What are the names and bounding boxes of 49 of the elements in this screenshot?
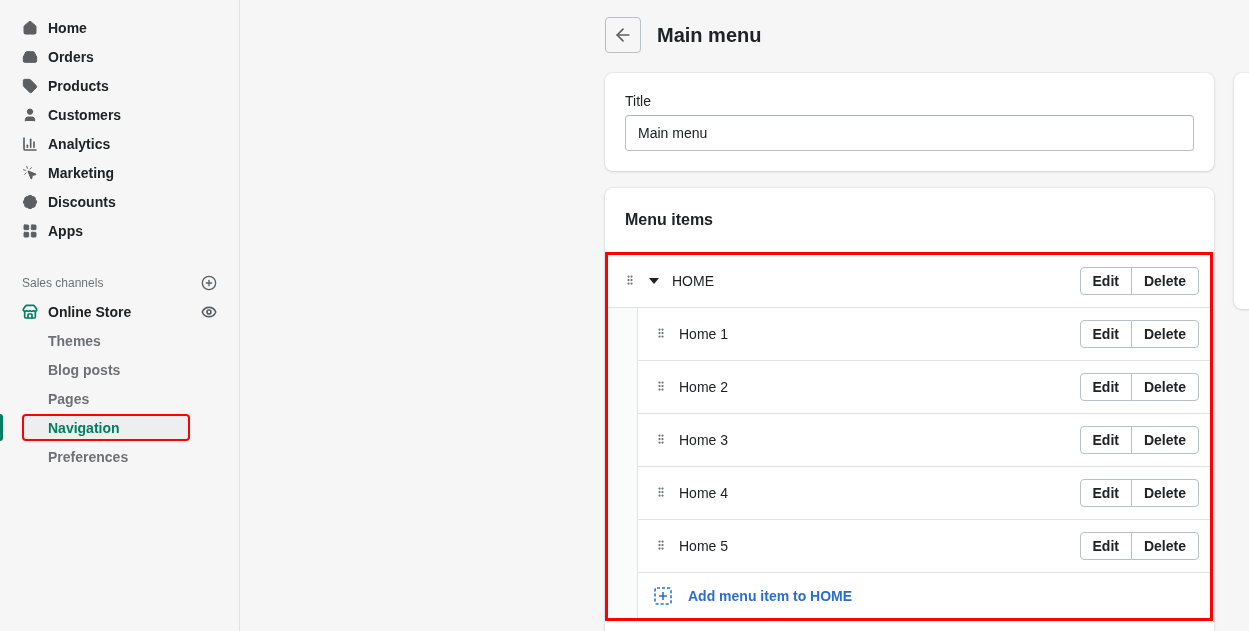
add-menu-item-link[interactable]: Add menu item to HOME [688, 587, 853, 604]
sidebar-item[interactable]: Online Store [22, 303, 132, 320]
store-icon [22, 303, 38, 320]
sidebar-item[interactable]: Marketing [22, 164, 115, 181]
sidebar-item[interactable]: Orders [22, 48, 94, 65]
sidebar-item[interactable]: Products [22, 77, 109, 94]
menu-item-label: Home 2 [679, 379, 730, 395]
sidebar-subitem[interactable]: Navigation [22, 414, 190, 441]
active-indicator [0, 414, 3, 441]
sidebar-item[interactable]: Customers [22, 106, 122, 123]
edit-button[interactable]: Edit [1079, 426, 1132, 454]
sidebar-subitem[interactable]: Themes [22, 327, 190, 354]
menu-item-label: Home 3 [679, 432, 730, 448]
delete-button[interactable]: Delete [1130, 320, 1199, 348]
tag-icon [22, 77, 38, 94]
menu-item-label: Home 4 [679, 485, 730, 501]
back-button[interactable] [605, 17, 641, 53]
bar-chart-icon [22, 135, 38, 152]
delete-button[interactable]: Delete [1130, 267, 1199, 295]
sidebar-item[interactable]: Apps [22, 222, 83, 239]
title-input[interactable]: Main menu [625, 115, 1194, 151]
delete-button[interactable]: Delete [1130, 426, 1199, 454]
delete-button[interactable]: Delete [1130, 479, 1199, 507]
grid-icon [22, 222, 38, 239]
menu-item-label: Home 5 [679, 538, 730, 554]
sidebar-subitem[interactable]: Preferences [22, 443, 190, 470]
person-icon [22, 106, 38, 123]
add-icon[interactable] [201, 274, 217, 291]
sidebar-subitem[interactable]: Blog posts [22, 356, 190, 383]
delete-button[interactable]: Delete [1130, 373, 1199, 401]
card-heading: Menu items [625, 210, 714, 230]
edit-button[interactable]: Edit [1079, 373, 1132, 401]
edit-button[interactable]: Edit [1079, 267, 1132, 295]
sidebar-item[interactable]: Analytics [22, 135, 111, 152]
sidebar-item[interactable]: Home [22, 19, 87, 36]
pointer-icon [22, 164, 38, 181]
menu-item-label: Home 1 [679, 326, 730, 342]
menu-item-label: HOME [672, 273, 715, 289]
add-box-icon [654, 586, 672, 605]
delete-button[interactable]: Delete [1130, 532, 1199, 560]
home-icon [22, 19, 38, 36]
section-heading: Sales channels [22, 275, 104, 290]
sidebar-subitem[interactable]: Pages [22, 385, 190, 412]
page-title: Main menu [657, 23, 762, 47]
field-label: Title [625, 93, 652, 109]
edit-button[interactable]: Edit [1079, 479, 1132, 507]
edit-button[interactable]: Edit [1079, 320, 1132, 348]
edit-button[interactable]: Edit [1079, 532, 1132, 560]
sidebar-item[interactable]: Discounts [22, 193, 116, 210]
